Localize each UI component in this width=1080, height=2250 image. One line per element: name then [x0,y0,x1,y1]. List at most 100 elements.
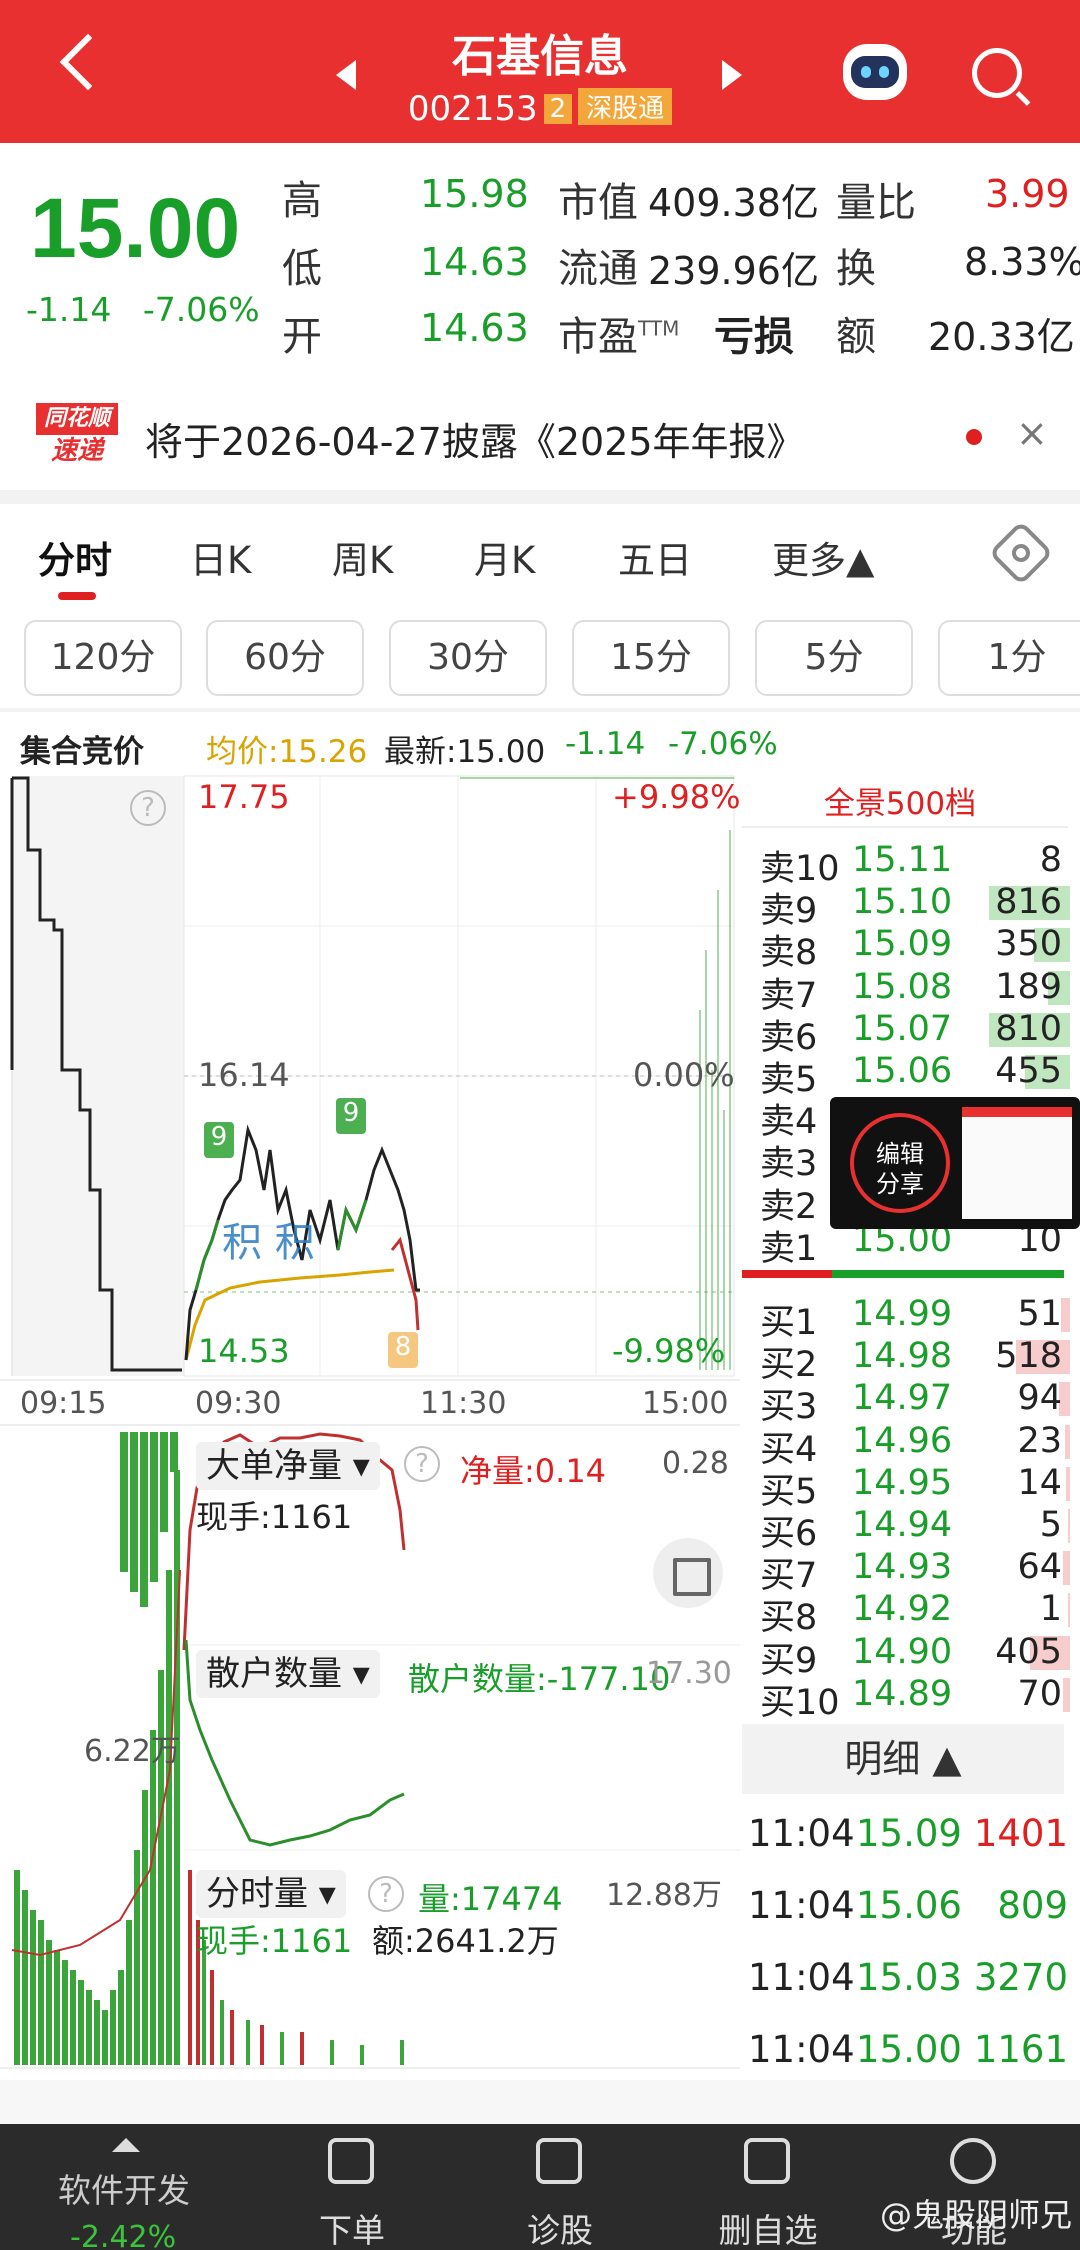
volume-hand: 现手:1161 [196,1922,353,1960]
signal-8-marker[interactable]: 8 [388,1332,418,1368]
ask-qty: 8 [1039,840,1062,880]
bid-qty-bar [1068,1593,1070,1628]
tab-daily-k[interactable]: 日K [190,530,251,584]
bid-qty: 23 [1017,1420,1062,1461]
settings-icon[interactable] [988,520,1054,586]
bid-row[interactable]: 买7 14.93 64 [740,1547,1070,1596]
bid-row[interactable]: 买10 14.89 70 [740,1673,1070,1723]
assistant-robot-icon[interactable] [843,44,907,100]
ask-price: 15.06 [852,1051,953,1091]
tab-more[interactable]: 更多▲ [772,530,874,584]
tab-monthly-k[interactable]: 月K [474,530,535,584]
stock-name: 石基信息 [452,31,628,82]
big-order-selector[interactable]: 大单净量 ▾ [196,1442,380,1490]
ask-row[interactable]: 卖7 15.08 189 [740,966,1070,1016]
help-icon[interactable]: ? [130,790,166,826]
bid-row[interactable]: 买3 14.97 94 [740,1378,1070,1427]
trade-detail-row: 11:04 15.06 809 [748,1884,1068,1934]
volume-selector[interactable]: 分时量 ▾ [196,1870,346,1918]
nav-place-order[interactable]: 下单 [252,2124,452,2250]
current-hand: 现手:1161 [196,1498,353,1536]
tab-weekly-k[interactable]: 周K [332,530,393,584]
tab-intraday[interactable]: 分时 [38,530,112,584]
signal-9-marker[interactable]: 9 [204,1122,234,1158]
bid-row[interactable]: 买4 14.96 23 [740,1420,1070,1470]
bid-qty: 518 [995,1336,1062,1377]
close-icon[interactable]: × [1016,411,1048,455]
announcement-banner[interactable]: 同花顺 速递 将于2026-04-27披露《2025年年报》 × [0,383,1080,483]
order-book-title[interactable]: 全景500档 [740,778,1060,823]
high-label: 高 [282,178,322,224]
time-label: 09:30 [195,1386,282,1421]
ask-row[interactable]: 卖9 15.10 816 [740,882,1070,931]
bid-price: 14.89 [852,1673,953,1714]
help-icon[interactable]: ? [368,1876,404,1912]
nav-label: 删自选 [718,2211,818,2250]
divider [0,2080,1080,2124]
logo-bottom: 速递 [50,436,103,466]
share-label: 分享 [876,1170,924,1198]
bid-price: 14.94 [852,1505,953,1545]
period-15[interactable]: 15分 [572,620,730,696]
period-60[interactable]: 60分 [206,620,364,696]
period-120[interactable]: 120分 [24,620,182,696]
bid-row[interactable]: 买8 14.92 1 [740,1589,1070,1638]
help-icon[interactable]: ? [404,1446,440,1482]
retail-label: 散户数量 [206,1654,342,1694]
ask-row[interactable]: 卖5 15.06 455 [740,1051,1070,1100]
bid-qty: 51 [1017,1294,1062,1334]
active-tab-indicator [58,592,96,600]
avg-price: 均价:15.26 [206,734,368,770]
ask-price: 15.07 [852,1008,953,1049]
share-floater[interactable]: 编辑 分享 [830,1097,1080,1229]
ask-row[interactable]: 卖6 15.07 810 [740,1008,1070,1058]
ask-level-label: 卖1 [760,1228,818,1269]
bid-ask-ratio-bar-green [832,1270,1064,1278]
volume-value: 量:17474 [418,1880,563,1918]
period-5[interactable]: 5分 [755,620,913,696]
stock-code: 002153 [407,89,538,129]
mktcap-label: 市值 [558,180,638,226]
nav-remove-watch[interactable]: 删自选 [668,2124,868,2250]
period-1[interactable]: 1分 [938,620,1080,696]
retail-selector[interactable]: 散户数量 ▾ [196,1650,380,1698]
nav-label: 诊股 [527,2211,593,2250]
intraday-chart[interactable]: ? 17.75 +9.98% 16.14 0.00% 14.53 -9.98% … [0,770,740,2070]
edit-share-button[interactable]: 编辑 分享 [850,1113,950,1213]
top-bar: 石基信息 002153 2 深股通 [0,0,1080,143]
trade-vol: 1161 [973,2028,1068,2071]
open-label: 开 [282,314,322,360]
amount-label: 额 [836,314,876,360]
bid-price: 14.97 [852,1378,953,1419]
latest-price: 最新:15.00 [384,734,546,770]
bid-row[interactable]: 买5 14.95 14 [740,1463,1070,1512]
ths-express-logo: 同花顺 速递 [36,403,118,467]
divider [0,490,1080,504]
order-doc-icon [328,2138,374,2184]
bid-level-label: 买10 [760,1682,840,1723]
fullscreen-icon[interactable] [653,1538,723,1608]
pe-value: 亏损 [714,314,794,360]
ask-row[interactable]: 卖8 15.09 350 [740,924,1070,973]
trade-time: 11:04 [748,2028,855,2071]
ask-price: 15.08 [852,966,953,1007]
screenshot-thumbnail[interactable] [962,1107,1072,1219]
search-icon[interactable] [972,48,1022,98]
bid-row[interactable]: 买1 14.99 51 [740,1294,1070,1343]
bid-qty: 64 [1017,1547,1062,1588]
nav-diagnose[interactable]: 诊股 [460,2124,660,2250]
bid-row[interactable]: 买6 14.94 5 [740,1505,1070,1554]
ask-row[interactable]: 卖10 15.11 8 [740,840,1070,889]
signal-9-marker[interactable]: 9 [336,1098,366,1134]
sector-name[interactable]: 软件开发 [58,2164,190,2212]
connect-badge: 深股通 [578,88,673,125]
tab-five-day[interactable]: 五日 [618,530,692,584]
bid-row[interactable]: 买2 14.98 518 [740,1336,1070,1385]
expand-up-icon[interactable] [112,2138,140,2152]
prev-close-pct: 0.00% [633,1056,735,1094]
period-30[interactable]: 30分 [389,620,547,696]
bid-row[interactable]: 买9 14.90 405 [740,1632,1070,1681]
mktcap-value: 409.38亿 [648,181,819,225]
ask-qty: 810 [995,1008,1062,1049]
detail-header[interactable]: 明细 ▲ [742,1724,1064,1794]
